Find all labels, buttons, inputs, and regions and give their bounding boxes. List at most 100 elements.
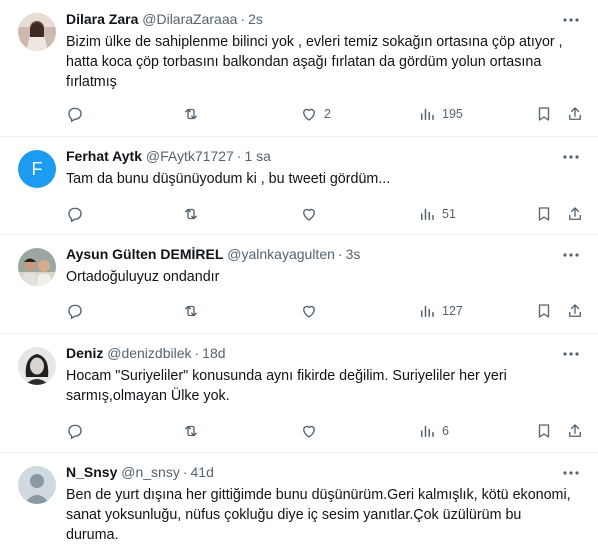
display-name[interactable]: Dilara Zara xyxy=(66,11,138,27)
like-button[interactable] xyxy=(300,300,318,322)
retweet-icon xyxy=(185,108,197,120)
like-icon xyxy=(303,208,315,221)
view-count: 6 xyxy=(442,424,449,438)
avatar[interactable] xyxy=(18,248,56,286)
views-button[interactable]: 127 xyxy=(418,300,463,322)
retweet-icon xyxy=(185,305,197,317)
views-icon xyxy=(421,208,434,220)
reply-icon xyxy=(68,207,82,223)
display-name[interactable]: Ferhat Aytk xyxy=(66,148,142,164)
avatar-letter: F xyxy=(18,150,56,188)
display-name[interactable]: N_Snsy xyxy=(66,464,117,480)
more-icon[interactable] xyxy=(562,247,580,263)
more-icon[interactable] xyxy=(562,346,580,362)
avatar[interactable] xyxy=(18,466,56,504)
avatar[interactable] xyxy=(18,347,56,385)
like-icon xyxy=(303,305,315,318)
view-count: 51 xyxy=(442,207,456,221)
separator-dot: · xyxy=(240,11,246,27)
share-button[interactable] xyxy=(566,203,584,225)
avatar[interactable] xyxy=(18,13,56,51)
tweet-text: Bizim ülke de sahiplenme bilinci yok , e… xyxy=(66,34,563,90)
share-icon xyxy=(569,424,581,437)
user-handle[interactable]: @denizdbilek xyxy=(107,345,191,361)
bookmark-icon xyxy=(538,304,550,318)
avatar[interactable]: F xyxy=(18,150,56,188)
reply-button[interactable] xyxy=(66,420,84,442)
timestamp[interactable]: 41d xyxy=(191,464,214,480)
like-button[interactable] xyxy=(300,420,318,442)
view-count: 195 xyxy=(442,107,463,121)
like-button[interactable]: 2 xyxy=(300,103,331,125)
share-button[interactable] xyxy=(566,103,584,125)
retweet-button[interactable] xyxy=(182,203,200,225)
more-icon[interactable] xyxy=(562,12,580,28)
tweet-actions: 51 xyxy=(0,203,598,225)
separator-dot: · xyxy=(194,345,200,361)
share-icon xyxy=(569,107,581,120)
reply-icon xyxy=(68,304,82,320)
retweet-icon xyxy=(185,425,197,437)
user-handle[interactable]: @DilaraZaraaa xyxy=(142,11,237,27)
reply-icon xyxy=(68,107,82,123)
user-handle[interactable]: @n_snsy xyxy=(121,464,180,480)
user-handle[interactable]: @yalnkayagulten xyxy=(227,246,335,262)
view-count: 127 xyxy=(442,304,463,318)
tweet-header: Deniz @denizdbilek · 18d xyxy=(66,344,226,362)
bookmark-button[interactable] xyxy=(535,300,553,322)
like-icon xyxy=(303,108,315,121)
timestamp[interactable]: 3s xyxy=(346,246,361,262)
tweet-actions: 6 xyxy=(0,420,598,442)
tweet-header: Ferhat Aytk @FAytk71727 · 1 sa xyxy=(66,147,271,165)
user-handle[interactable]: @FAytk71727 xyxy=(146,148,234,164)
retweet-button[interactable] xyxy=(182,420,200,442)
bookmark-icon xyxy=(538,424,550,438)
views-button[interactable]: 195 xyxy=(418,103,463,125)
bookmark-icon xyxy=(538,207,550,221)
reply-button[interactable] xyxy=(66,300,84,322)
separator-dot: · xyxy=(182,464,188,480)
reply-button[interactable] xyxy=(66,103,84,125)
like-count: 2 xyxy=(324,107,331,121)
share-button[interactable] xyxy=(566,300,584,322)
bookmark-button[interactable] xyxy=(535,103,553,125)
tweet-header: Dilara Zara @DilaraZaraaa · 2s xyxy=(66,10,263,28)
display-name[interactable]: Aysun Gülten DEMİREL xyxy=(66,246,223,262)
views-button[interactable]: 6 xyxy=(418,420,449,442)
reply-button[interactable] xyxy=(66,203,84,225)
retweet-button[interactable] xyxy=(182,103,200,125)
share-button[interactable] xyxy=(566,420,584,442)
more-icon[interactable] xyxy=(562,149,580,165)
tweet-text: Tam da bunu düşünüyodum ki , bu tweeti g… xyxy=(66,171,391,187)
like-icon xyxy=(303,425,315,438)
bookmark-button[interactable] xyxy=(535,203,553,225)
tweet-actions: 2 195 xyxy=(0,103,598,125)
separator-dot: · xyxy=(337,246,343,262)
tweet[interactable]: F Ferhat Aytk @FAytk71727 · 1 sa Tam da bu… xyxy=(0,137,598,235)
retweet-icon xyxy=(185,208,197,220)
display-name[interactable]: Deniz xyxy=(66,345,103,361)
tweet-header: Aysun Gülten DEMİREL @yalnkayagulten · 3s xyxy=(66,245,360,263)
more-icon[interactable] xyxy=(562,465,580,481)
bookmark-button[interactable] xyxy=(535,420,553,442)
views-button[interactable]: 51 xyxy=(418,203,456,225)
tweet[interactable]: Aysun Gülten DEMİREL @yalnkayagulten · 3s … xyxy=(0,235,598,334)
tweet[interactable]: Dilara Zara @DilaraZaraaa · 2s Bizim ülke … xyxy=(0,0,598,137)
tweet-actions: 127 xyxy=(0,300,598,322)
bookmark-icon xyxy=(538,107,550,121)
separator-dot: · xyxy=(236,148,242,164)
share-icon xyxy=(569,207,581,220)
tweet-text: Ortadoğuluyuz ondandır xyxy=(66,269,220,285)
retweet-button[interactable] xyxy=(182,300,200,322)
share-icon xyxy=(569,304,581,317)
tweet[interactable]: N_Snsy @n_snsy · 41d Ben de yurt dışına he… xyxy=(0,453,598,552)
tweet[interactable]: Deniz @denizdbilek · 18d Hocam "Suriyelile… xyxy=(0,334,598,453)
timestamp[interactable]: 18d xyxy=(202,345,225,361)
tweet-text: Ben de yurt dışına her gittiğimde bunu d… xyxy=(66,487,571,543)
views-icon xyxy=(421,305,434,317)
timestamp[interactable]: 2s xyxy=(248,11,263,27)
reply-icon xyxy=(68,424,82,440)
like-button[interactable] xyxy=(300,203,318,225)
views-icon xyxy=(421,425,434,437)
timestamp[interactable]: 1 sa xyxy=(244,148,270,164)
